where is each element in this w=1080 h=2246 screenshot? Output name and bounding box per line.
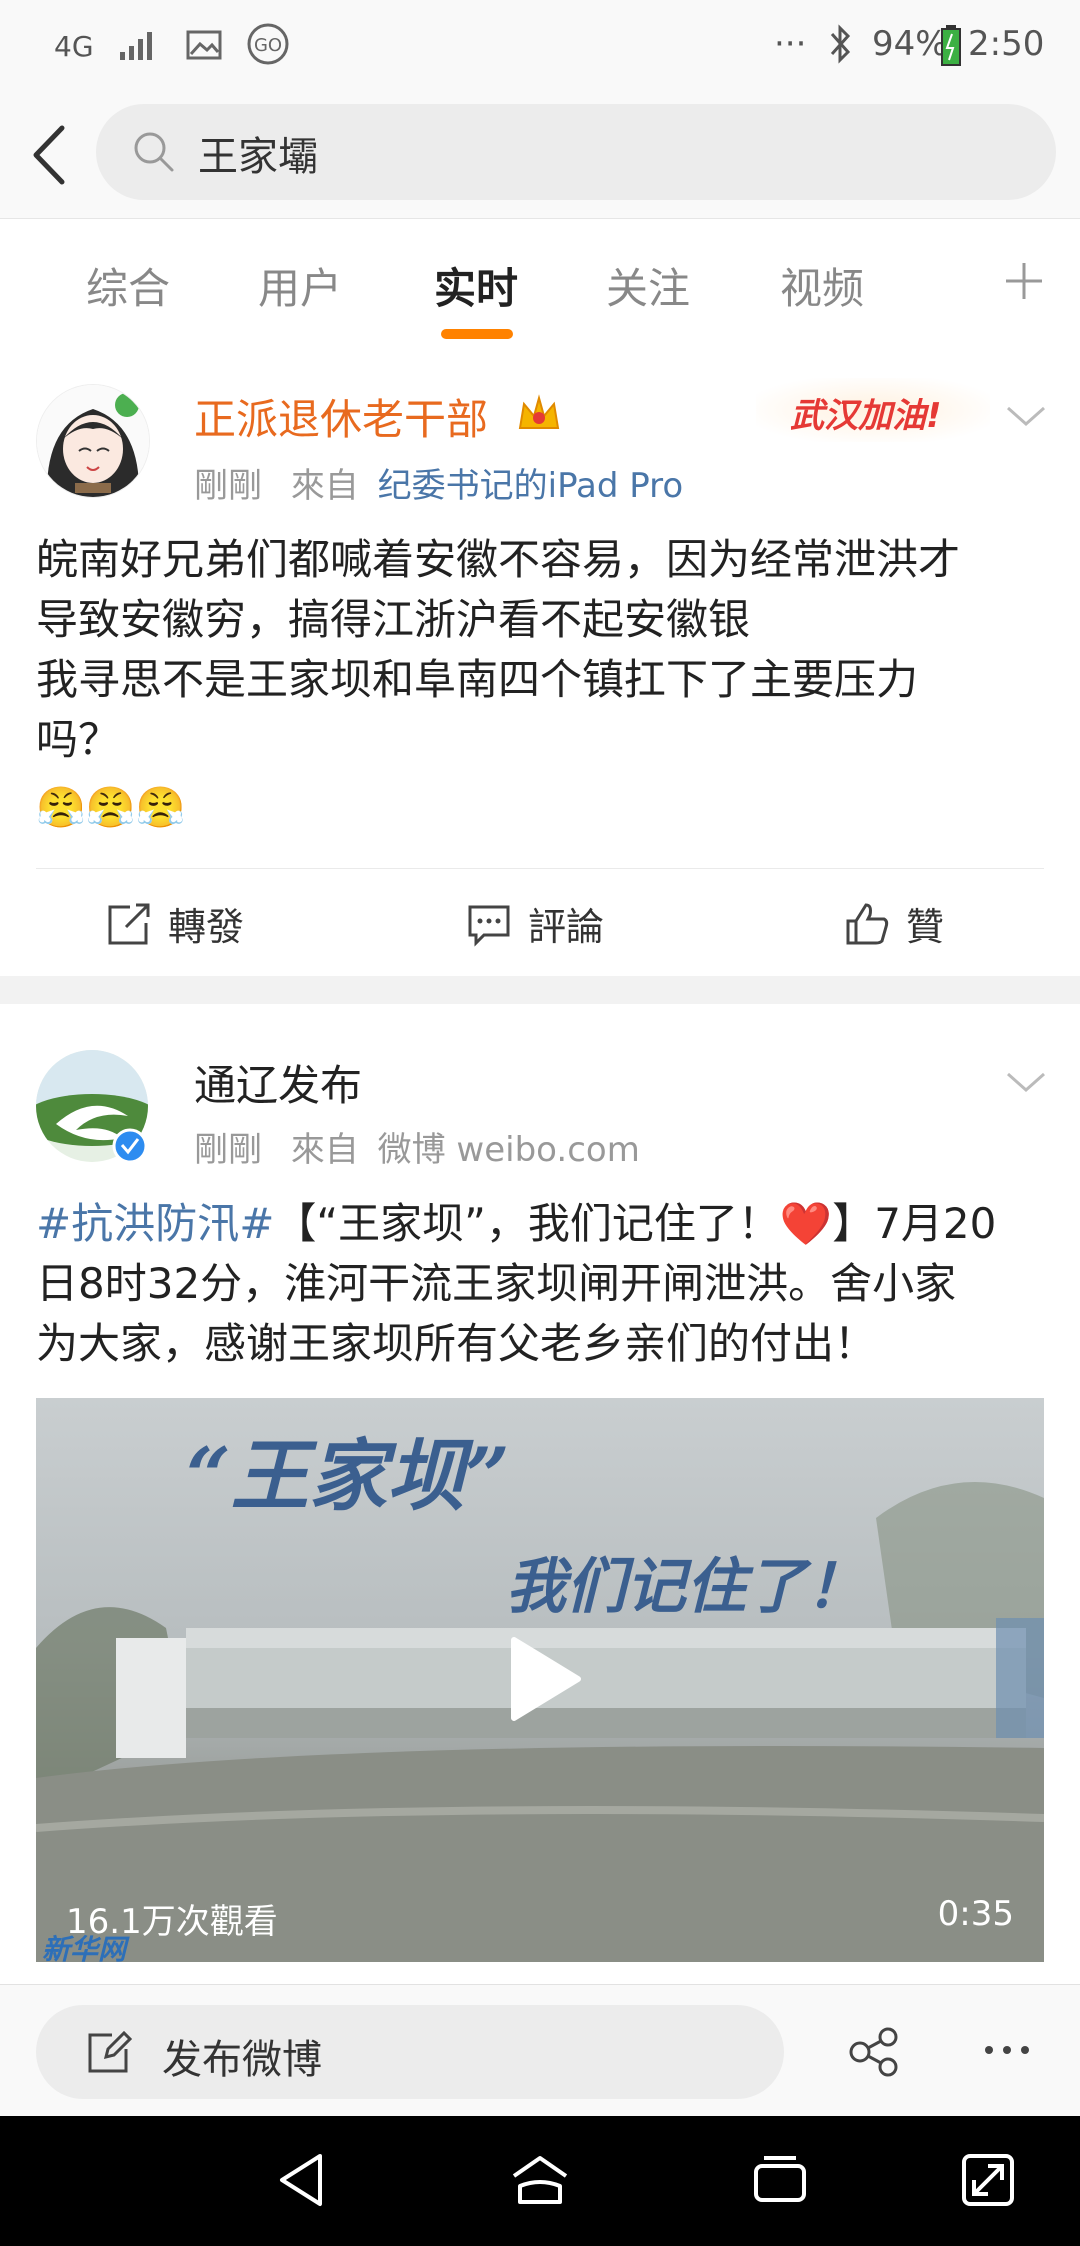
compose-label: 发布微博 [162, 2037, 322, 2083]
tab-realtime[interactable]: 实时 [434, 255, 518, 316]
video-duration: 0:35 [937, 1894, 1014, 1934]
post-time: 剛剛 [194, 1130, 262, 1170]
nav-back-icon[interactable] [276, 2152, 326, 2208]
share-icon[interactable] [848, 2027, 900, 2077]
search-header [0, 90, 1080, 218]
comment-label: 評論 [528, 905, 605, 949]
comment-button[interactable]: 評論 [466, 896, 604, 951]
post-line: 为大家，感谢王家坝所有父老乡亲们的付出！ [36, 1319, 877, 1368]
repost-label: 轉發 [168, 905, 245, 949]
repost-icon [108, 903, 150, 944]
repost-button[interactable]: 轉發 [106, 896, 244, 951]
post-line: 吗？ [36, 715, 121, 764]
from-label: 來自 [290, 466, 359, 506]
badge-text: 武汉加油! [790, 396, 942, 436]
post-line: 导致安徽穷，搞得江浙沪看不起安徽银 [36, 595, 751, 644]
compose-button[interactable]: 发布微博 [36, 2005, 784, 2099]
search-icon [134, 132, 174, 172]
crown-vip-icon[interactable] [516, 394, 562, 434]
more-options-icon[interactable] [982, 2043, 1032, 2057]
more-notifications-icon: ··· [774, 24, 807, 64]
tab-comprehensive[interactable]: 综合 [86, 255, 170, 316]
author-name[interactable]: 通辽发布 [194, 1052, 362, 1113]
verified-badge-icon [112, 1128, 148, 1164]
compose-edit-icon [88, 2030, 132, 2073]
svg-text:GO: GO [254, 35, 282, 56]
post-meta: 剛剛 來自 纪委书记的iPad Pro [194, 458, 683, 507]
video-player[interactable]: “王家坝” 我们记住了！ 16.1万次觀看 0:35 新华网 [36, 1398, 1044, 1962]
chevron-down-icon[interactable] [1004, 402, 1048, 430]
status-bar: 4G GO ··· 94% 2:50 [0, 0, 1080, 90]
post-source[interactable]: 微博 weibo.com [378, 1130, 640, 1170]
xinhua-watermark: 新华网 [42, 1933, 127, 1962]
search-input[interactable] [196, 122, 1000, 184]
tab-video[interactable]: 视频 [780, 255, 864, 316]
go-notification-icon: GO [247, 23, 289, 65]
post-line: 日8时32分，淮河干流王家坝闸开闸泄洪。舍小家 [36, 1259, 957, 1308]
post-line: 皖南好兄弟们都喊着安徽不容易，因为经常泄洪才 [36, 535, 961, 584]
author-name[interactable]: 正派退休老干部 [194, 386, 488, 447]
avatar[interactable] [36, 384, 150, 498]
compose-bar: 发布微博 [0, 1984, 1080, 2117]
post-line: #抗洪防汛#【“王家坝”，我们记住了！❤️】7月20 [36, 1194, 1046, 1254]
play-icon[interactable] [506, 1634, 586, 1724]
nav-recents-icon[interactable] [752, 2152, 808, 2204]
post-line: 我寻思不是王家坝和阜南四个镇扛下了主要压力 [36, 655, 919, 704]
nav-home-icon[interactable] [510, 2152, 570, 2208]
active-tab-indicator [441, 329, 513, 339]
chevron-down-icon[interactable] [1004, 1068, 1048, 1096]
post-body[interactable]: #抗洪防汛#【“王家坝”，我们记住了！❤️】7月20 日8时32分，淮河干流王家… [36, 1194, 1046, 1374]
search-bar[interactable] [96, 104, 1056, 200]
like-label: 贊 [906, 905, 945, 949]
add-tab-icon[interactable] [1002, 259, 1046, 303]
post-card[interactable]: 通辽发布 剛剛 來自 微博 weibo.com #抗洪防汛#【“王家坝”，我们记… [0, 1004, 1080, 1984]
tab-following[interactable]: 关注 [606, 255, 690, 316]
post-emoji: 😤😤😤 [36, 785, 186, 831]
network-type: 4G [54, 30, 94, 63]
post-line-text: 【“王家坝”，我们记住了！❤️】7月20 [274, 1199, 997, 1248]
divider [36, 868, 1044, 869]
image-notification-icon [186, 30, 222, 60]
like-button[interactable]: 贊 [844, 896, 944, 951]
post-meta: 剛剛 來自 微博 weibo.com [194, 1122, 640, 1171]
system-nav-bar [0, 2116, 1080, 2246]
back-arrow-icon[interactable] [22, 120, 82, 190]
from-label: 來自 [290, 1130, 359, 1170]
thumbs-up-icon [846, 902, 889, 944]
hashtag-link[interactable]: #抗洪防汛# [36, 1199, 274, 1248]
post-source[interactable]: 纪委书记的iPad Pro [378, 466, 684, 506]
post-time: 剛剛 [194, 466, 262, 506]
video-title-line2: 我们记住了！ [506, 1552, 866, 1622]
battery-icon [941, 25, 961, 66]
anime-avatar-image [37, 385, 149, 497]
comment-icon [468, 905, 510, 947]
wuhan-badge: 武汉加油! [756, 378, 990, 442]
tab-bar: 综合 用户 实时 关注 视频 [0, 218, 1080, 346]
post-card[interactable]: 正派退休老干部 武汉加油! 剛剛 來自 纪委书记的iPad Pro 皖南好兄弟们… [0, 344, 1080, 976]
bluetooth-icon [830, 24, 851, 64]
tab-users[interactable]: 用户 [258, 255, 342, 316]
post-body[interactable]: 皖南好兄弟们都喊着安徽不容易，因为经常泄洪才 导致安徽穷，搞得江浙沪看不起安徽银… [36, 530, 1046, 770]
video-title-line1: “王家坝” [186, 1431, 510, 1522]
battery-percent: 94% [872, 24, 948, 64]
signal-icon [120, 32, 152, 60]
nav-expand-icon[interactable] [960, 2152, 1016, 2208]
clock: 2:50 [968, 24, 1045, 64]
